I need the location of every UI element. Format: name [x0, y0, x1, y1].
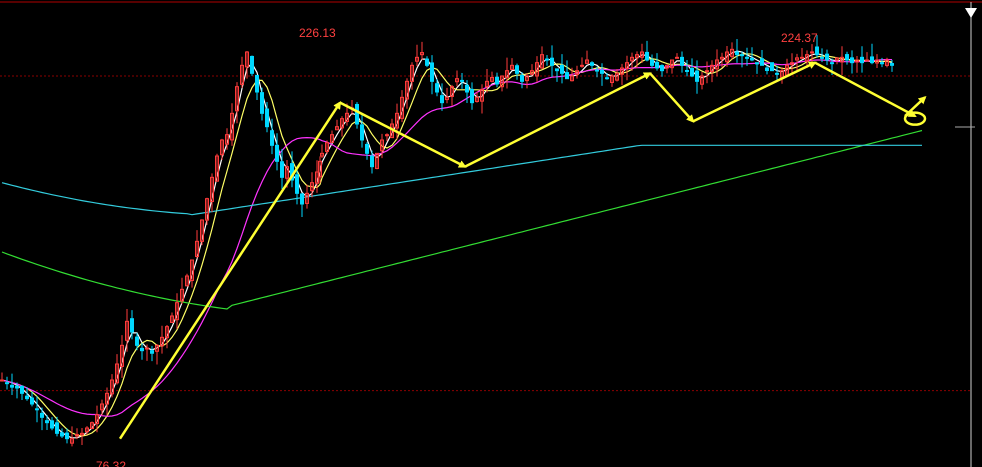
candle-body	[565, 72, 569, 80]
candle-body	[675, 56, 679, 59]
candle-body	[35, 408, 39, 411]
candle-body	[815, 46, 819, 56]
candle-body	[655, 61, 659, 69]
candle-body	[295, 174, 299, 194]
stock-chart: 226.13 224.37 76.32	[0, 0, 982, 467]
candle-body	[40, 412, 44, 418]
candle-body	[0, 379, 4, 382]
candle-body	[555, 68, 559, 72]
candle-body	[10, 384, 14, 388]
candle-body	[20, 385, 24, 394]
chart-canvas: 226.13 224.37 76.32	[0, 0, 982, 467]
candle-body	[520, 74, 524, 82]
candle-body	[750, 57, 754, 61]
candle-body	[430, 62, 434, 82]
candle-body	[580, 64, 584, 67]
candle-body	[600, 69, 604, 74]
candle-body	[850, 57, 854, 64]
candle-body	[50, 420, 54, 429]
candle-body	[440, 95, 444, 104]
candle-body	[825, 53, 829, 61]
candle-body	[745, 56, 749, 59]
candle-body	[550, 57, 554, 66]
candle-body	[260, 92, 264, 114]
candle-body	[465, 84, 469, 93]
candle-body	[365, 143, 369, 154]
candle-body	[150, 350, 154, 354]
candle-body	[880, 62, 884, 65]
candle-body	[820, 56, 824, 59]
candle-body	[280, 161, 284, 178]
candle-body	[15, 385, 19, 389]
candle-body	[800, 56, 804, 59]
candle-body	[830, 62, 834, 65]
candle-body	[250, 55, 254, 74]
candle-body	[135, 336, 139, 346]
candle-body	[435, 83, 439, 93]
candle-body	[25, 395, 29, 400]
candle-body	[275, 144, 279, 162]
candle-body	[65, 432, 69, 440]
candle-body	[425, 58, 429, 66]
candle-body	[890, 63, 894, 66]
candle-body	[605, 77, 609, 80]
candle-body	[30, 397, 34, 405]
candle-body	[515, 65, 519, 74]
candle-body	[865, 59, 869, 62]
candle-body	[55, 422, 59, 434]
candle-body	[140, 347, 144, 352]
candle-body	[650, 59, 654, 66]
candle-body	[755, 62, 759, 65]
candle-body	[740, 54, 744, 57]
candle-body	[60, 432, 64, 437]
candle-body	[695, 70, 699, 82]
candle-body	[545, 58, 549, 61]
candle-body	[595, 69, 599, 72]
candle-body	[765, 67, 769, 71]
candle-body	[265, 108, 269, 128]
candle-body	[690, 68, 694, 77]
high-1-label: 226.13	[299, 26, 336, 40]
candle-body	[660, 65, 664, 72]
candle-body	[645, 51, 649, 61]
candle-body	[860, 56, 864, 64]
candle-body	[130, 318, 134, 333]
candle-body	[810, 51, 814, 54]
candle-body	[680, 56, 684, 66]
candle-body	[45, 420, 49, 424]
low-label: 76.32	[96, 459, 126, 467]
candle-body	[590, 62, 594, 66]
candle-body	[775, 72, 779, 75]
candle-body	[495, 76, 499, 85]
candle-body	[845, 54, 849, 61]
candle-body	[770, 62, 774, 72]
candle-body	[560, 64, 564, 74]
candle-body	[270, 130, 274, 146]
candle-body	[470, 88, 474, 104]
candle-body	[370, 155, 374, 168]
candle-body	[355, 103, 359, 125]
candle-body	[685, 69, 689, 72]
candle-body	[460, 79, 464, 82]
candle-body	[360, 124, 364, 141]
candle-body	[735, 51, 739, 56]
high-2-label: 224.37	[781, 31, 818, 45]
candle-body	[145, 347, 149, 350]
candle-body	[300, 193, 304, 205]
candle-body	[760, 58, 764, 66]
candle-body	[255, 74, 259, 93]
candle-body	[870, 56, 874, 64]
candle-body	[5, 382, 9, 385]
